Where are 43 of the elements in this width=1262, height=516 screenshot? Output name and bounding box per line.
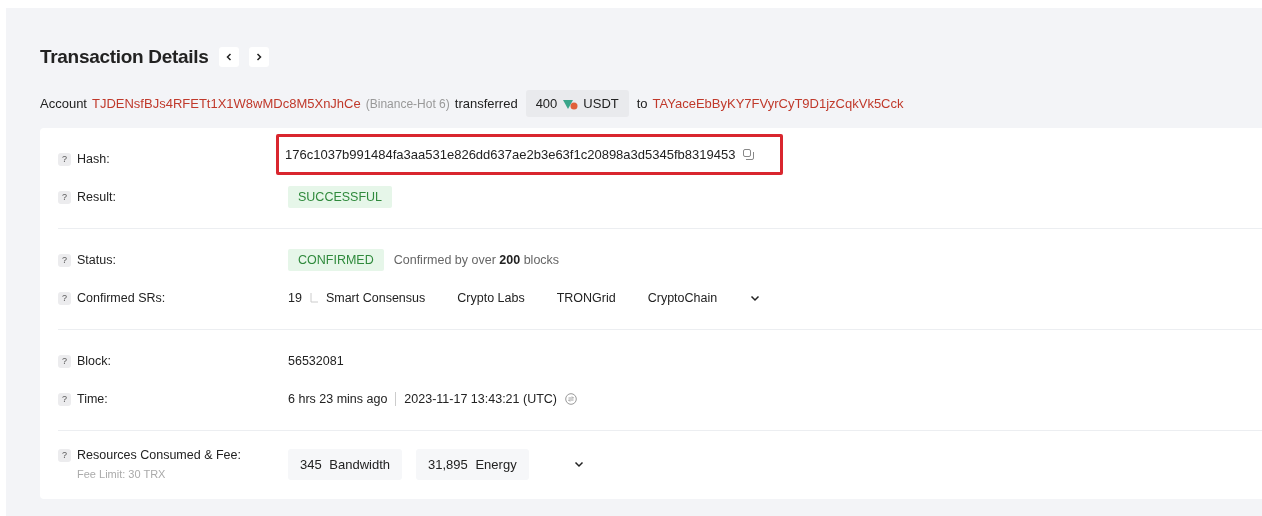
field-label: Resources Consumed & Fee: xyxy=(77,448,241,462)
help-icon[interactable]: ? xyxy=(58,191,71,204)
transaction-hash: 176c1037b991484fa3aa531e826dd637ae2b3e63f1c20898a3d5345fb8319453 xyxy=(285,146,736,162)
sr-name[interactable]: Smart Consensus xyxy=(325,291,426,305)
page-title: Transaction Details xyxy=(40,46,209,68)
sender-tag: (Binance-Hot 6) xyxy=(365,96,450,111)
help-icon[interactable]: ? xyxy=(58,355,71,368)
confirmation-note: Confirmed by over 200 blocks xyxy=(393,253,560,267)
block-number: 56532081 xyxy=(288,354,344,368)
result-badge: SUCCESSFUL xyxy=(288,186,393,208)
transfer-verb: transferred xyxy=(454,96,518,111)
help-icon[interactable]: ? xyxy=(58,393,71,406)
field-label: Hash: xyxy=(77,152,110,166)
account-label: Account xyxy=(40,96,87,111)
resource-chip: 345 Bandwidth xyxy=(288,448,403,480)
sr-name[interactable]: Crypto Labs xyxy=(457,291,525,305)
previous-button[interactable] xyxy=(218,47,239,67)
fee-limit: Fee Limit: 30 TRX xyxy=(77,468,167,480)
sr-name[interactable]: TRONGrid xyxy=(556,291,616,305)
help-icon[interactable]: ? xyxy=(58,153,71,166)
timestamp: 2023-11-17 13:43:21 (UTC) xyxy=(395,392,557,406)
sr-count: 19 xyxy=(288,291,302,305)
switch-icon[interactable] xyxy=(565,393,577,405)
token-symbol: USDT xyxy=(583,96,619,111)
recipient-address-link[interactable]: TAYaceEbByKY7FVyrCyT9D1jzCqkVk5Cck xyxy=(652,96,904,111)
help-icon[interactable]: ? xyxy=(58,292,71,305)
resource-chip: 31,895 Energy xyxy=(416,448,529,480)
copy-icon[interactable] xyxy=(743,148,755,160)
next-button[interactable] xyxy=(248,47,269,67)
help-icon[interactable]: ? xyxy=(58,449,71,462)
field-label: Status: xyxy=(77,253,116,267)
field-label: Block: xyxy=(77,354,112,368)
field-label: Confirmed SRs: xyxy=(77,291,166,305)
relative-time: 6 hrs 23 mins ago xyxy=(288,392,388,406)
help-icon[interactable]: ? xyxy=(58,254,71,267)
field-label: Time: xyxy=(77,392,108,406)
sr-name[interactable]: CryptoChain xyxy=(647,291,718,305)
sender-address-link[interactable]: TJDENsfBJs4RFETt1X1W8wMDc8M5XnJhCe xyxy=(92,96,361,111)
amount: 400 xyxy=(535,96,558,111)
status-badge: CONFIRMED xyxy=(288,249,384,271)
field-label: Result: xyxy=(77,190,116,204)
to-label: to xyxy=(636,96,648,111)
tree-branch-icon xyxy=(309,293,318,303)
